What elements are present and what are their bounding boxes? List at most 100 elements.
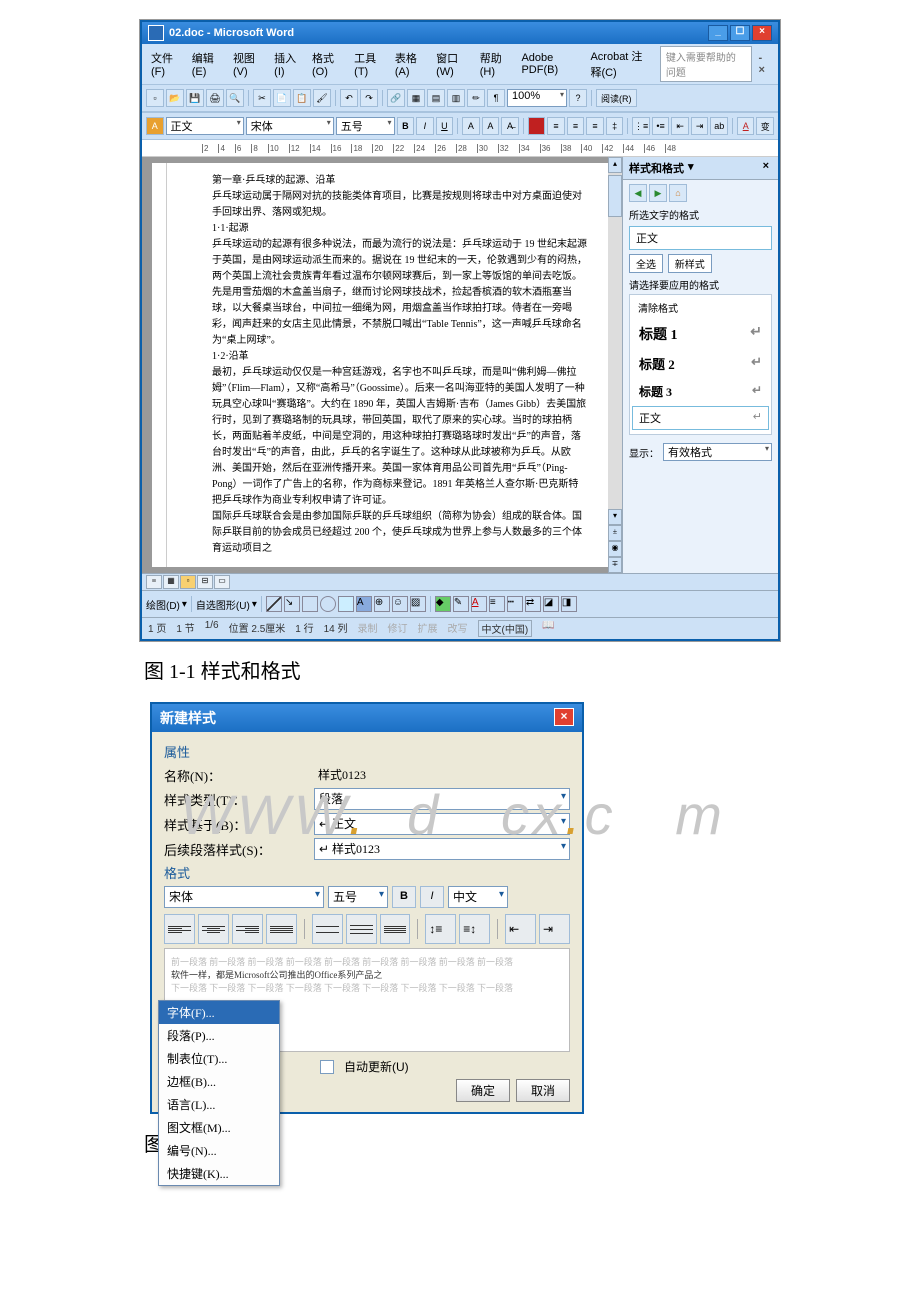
outdent-icon[interactable]: ⇤: [671, 117, 689, 135]
next-combo[interactable]: ↵ 样式0123: [314, 838, 570, 860]
current-style[interactable]: 正文: [629, 226, 772, 250]
menu-frame[interactable]: 图文框(M)...: [159, 1116, 279, 1139]
web-view-icon[interactable]: ▦: [163, 575, 179, 589]
line-icon[interactable]: [266, 596, 282, 612]
numbering-icon[interactable]: ⋮≡: [632, 117, 650, 135]
align-right-icon[interactable]: ≡: [586, 117, 604, 135]
pane-back-icon[interactable]: ◀: [629, 184, 647, 202]
fmtpaint-icon[interactable]: 🖌: [313, 89, 331, 107]
prev-page-icon[interactable]: ±: [608, 525, 622, 541]
open-icon[interactable]: 📂: [166, 89, 184, 107]
arrow-icon[interactable]: ↘: [284, 596, 300, 612]
save-icon[interactable]: 💾: [186, 89, 204, 107]
columns-icon[interactable]: ▥: [447, 89, 465, 107]
close-button[interactable]: ×: [752, 25, 772, 41]
min-button[interactable]: _: [708, 25, 728, 41]
menu-window[interactable]: 窗口(W): [431, 48, 473, 80]
help-icon[interactable]: ?: [569, 89, 587, 107]
menu-acrobat[interactable]: Acrobat 注释(C): [585, 46, 657, 82]
scroll-up-icon[interactable]: ▴: [608, 157, 622, 173]
align-left-btn[interactable]: [164, 914, 195, 944]
underline-icon[interactable]: U: [436, 117, 454, 135]
menu-help[interactable]: 帮助(H): [475, 48, 515, 80]
menu-numbering[interactable]: 编号(N)...: [159, 1139, 279, 1162]
max-button[interactable]: ☐: [730, 25, 750, 41]
space-after-btn[interactable]: ≡↕: [459, 914, 490, 944]
dlg-italic-icon[interactable]: I: [420, 886, 444, 908]
outline-view-icon[interactable]: ⊟: [197, 575, 213, 589]
rect-icon[interactable]: [302, 596, 318, 612]
menu-border[interactable]: 边框(B)...: [159, 1070, 279, 1093]
fillcolor-icon[interactable]: ◆: [435, 596, 451, 612]
dlg-bold-icon[interactable]: B: [392, 886, 416, 908]
auto-update-check[interactable]: [320, 1060, 334, 1074]
linespace-icon[interactable]: ‡: [606, 117, 624, 135]
cancel-button[interactable]: 取消: [516, 1079, 570, 1102]
docmap-icon[interactable]: ¶: [487, 89, 505, 107]
undo-icon[interactable]: ↶: [340, 89, 358, 107]
indent-dec-btn[interactable]: ⇤: [505, 914, 536, 944]
print-view-icon[interactable]: ▫: [180, 575, 196, 589]
table-icon[interactable]: ▦: [407, 89, 425, 107]
pane-home-icon[interactable]: ⌂: [669, 184, 687, 202]
status-lang[interactable]: 中文(中国): [478, 620, 533, 637]
textbox-icon[interactable]: [338, 596, 354, 612]
status-spell-icon[interactable]: 📖: [542, 620, 554, 637]
clipart-icon[interactable]: ☺: [392, 596, 408, 612]
size-combo[interactable]: 五号: [336, 117, 395, 135]
name-input[interactable]: 样式0123: [314, 765, 570, 785]
diagram-icon[interactable]: ⊕: [374, 596, 390, 612]
menu-edit[interactable]: 编辑(E): [187, 48, 226, 80]
clear-format[interactable]: 清除格式: [632, 297, 769, 318]
document-body[interactable]: 第一章·乒乓球的起源、沿革 乒乓球运动属于隔网对抗的技能类体育项目，比赛是按规则…: [152, 163, 608, 567]
cut-icon[interactable]: ✂: [253, 89, 271, 107]
copy-icon[interactable]: 📄: [273, 89, 291, 107]
menu-paragraph[interactable]: 段落(P)...: [159, 1024, 279, 1047]
read-view-icon[interactable]: ▭: [214, 575, 230, 589]
shadow-icon[interactable]: ◪: [543, 596, 559, 612]
help-search[interactable]: 键入需要帮助的问题: [660, 46, 752, 82]
menu-file[interactable]: 文件(F): [146, 48, 185, 80]
menu-language[interactable]: 语言(L)...: [159, 1093, 279, 1116]
scroll-down-icon[interactable]: ▾: [608, 509, 622, 525]
style-heading2[interactable]: 标题 2↵: [632, 350, 769, 377]
indent-inc-btn[interactable]: ⇥: [539, 914, 570, 944]
select-all-button[interactable]: 全选: [629, 254, 663, 273]
show-combo[interactable]: 有效格式: [663, 443, 772, 461]
linecolor-icon[interactable]: ✎: [453, 596, 469, 612]
link-icon[interactable]: 🔗: [387, 89, 405, 107]
align-center-btn[interactable]: [198, 914, 229, 944]
pane-fwd-icon[interactable]: ▶: [649, 184, 667, 202]
base-combo[interactable]: ↵ 正文: [314, 813, 570, 835]
horizontal-ruler[interactable]: 2468101214161820222426283032343638404244…: [142, 140, 778, 157]
linewidth-icon[interactable]: ≡: [489, 596, 505, 612]
menu-tools[interactable]: 工具(T): [349, 48, 388, 80]
pane-close-icon[interactable]: ×: [760, 160, 772, 176]
menu-shortcut[interactable]: 快捷键(K)...: [159, 1162, 279, 1185]
linespace-1-btn[interactable]: [312, 914, 343, 944]
titlebar[interactable]: 02.doc - Microsoft Word _ ☐ ×: [142, 22, 778, 44]
dialog-close-icon[interactable]: ×: [554, 708, 574, 726]
new-icon[interactable]: ▫: [146, 89, 164, 107]
vertical-ruler[interactable]: [152, 163, 167, 567]
dlg-size-combo[interactable]: 五号: [328, 886, 388, 908]
wordart-icon[interactable]: A: [356, 596, 372, 612]
type-combo[interactable]: 段落: [314, 788, 570, 810]
excel-icon[interactable]: ▤: [427, 89, 445, 107]
align-center-icon[interactable]: ≡: [567, 117, 585, 135]
strikethrough-icon[interactable]: A̶: [501, 117, 519, 135]
vertical-scrollbar[interactable]: ▴ ▾ ± ◉ ∓: [608, 157, 622, 573]
linespace-15-btn[interactable]: [346, 914, 377, 944]
menu-tabs[interactable]: 制表位(T)...: [159, 1047, 279, 1070]
new-style-button[interactable]: 新样式: [668, 254, 712, 273]
charborder-icon[interactable]: A: [462, 117, 480, 135]
zoom-combo[interactable]: 100%: [507, 89, 567, 107]
font-combo[interactable]: 宋体: [246, 117, 334, 135]
linespace-2-btn[interactable]: [380, 914, 411, 944]
normal-view-icon[interactable]: ≡: [146, 575, 162, 589]
next-page-icon[interactable]: ∓: [608, 557, 622, 573]
menu-table[interactable]: 表格(A): [390, 48, 429, 80]
browse-obj-icon[interactable]: ◉: [608, 541, 622, 557]
menu-insert[interactable]: 插入(I): [269, 48, 305, 80]
indent-icon[interactable]: ⇥: [691, 117, 709, 135]
